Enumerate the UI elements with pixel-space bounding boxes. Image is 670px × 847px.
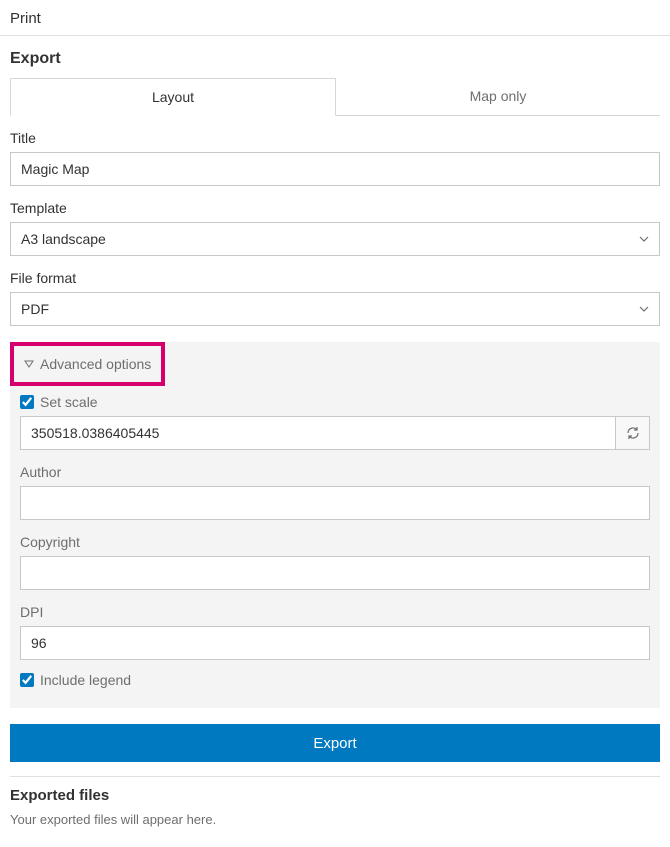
tab-map-only-label: Map only	[470, 88, 527, 104]
include-legend-row: Include legend	[20, 672, 650, 688]
author-input[interactable]	[20, 486, 650, 520]
tab-layout[interactable]: Layout	[10, 78, 336, 116]
triangle-down-icon	[24, 359, 34, 369]
template-label: Template	[10, 200, 660, 216]
include-legend-checkbox[interactable]	[20, 673, 34, 687]
title-input[interactable]	[10, 152, 660, 186]
export-panel: Export Layout Map only Title Template A3…	[0, 36, 670, 847]
panel-header-title: Print	[10, 10, 41, 27]
advanced-options-label: Advanced options	[40, 356, 151, 372]
dpi-input[interactable]	[20, 626, 650, 660]
file-format-select[interactable]: PDF	[10, 292, 660, 326]
divider	[10, 776, 660, 777]
set-scale-row: Set scale	[20, 394, 650, 410]
refresh-icon	[625, 425, 641, 441]
author-label: Author	[20, 464, 650, 480]
refresh-scale-button[interactable]	[616, 416, 650, 450]
export-button-label: Export	[313, 735, 356, 752]
tab-layout-label: Layout	[152, 89, 194, 105]
advanced-options-toggle[interactable]: Advanced options	[14, 346, 161, 382]
dpi-label: DPI	[20, 604, 650, 620]
set-scale-label: Set scale	[40, 394, 98, 410]
advanced-options-body: Set scale Author Copyright	[10, 394, 660, 688]
copyright-label: Copyright	[20, 534, 650, 550]
template-select[interactable]: A3 landscape	[10, 222, 660, 256]
set-scale-checkbox[interactable]	[20, 395, 34, 409]
export-section-title: Export	[10, 36, 660, 78]
scale-input[interactable]	[20, 416, 616, 450]
export-tabs: Layout Map only	[10, 78, 660, 116]
tab-map-only[interactable]: Map only	[336, 78, 660, 115]
exported-files-title: Exported files	[10, 787, 660, 804]
export-button[interactable]: Export	[10, 724, 660, 762]
include-legend-label: Include legend	[40, 672, 131, 688]
title-label: Title	[10, 130, 660, 146]
exported-files-message: Your exported files will appear here.	[10, 812, 660, 827]
panel-header: Print	[0, 0, 670, 36]
advanced-options-section: Advanced options Set scale	[10, 342, 660, 708]
copyright-input[interactable]	[20, 556, 650, 590]
file-format-label: File format	[10, 270, 660, 286]
advanced-options-highlight: Advanced options	[10, 342, 165, 386]
